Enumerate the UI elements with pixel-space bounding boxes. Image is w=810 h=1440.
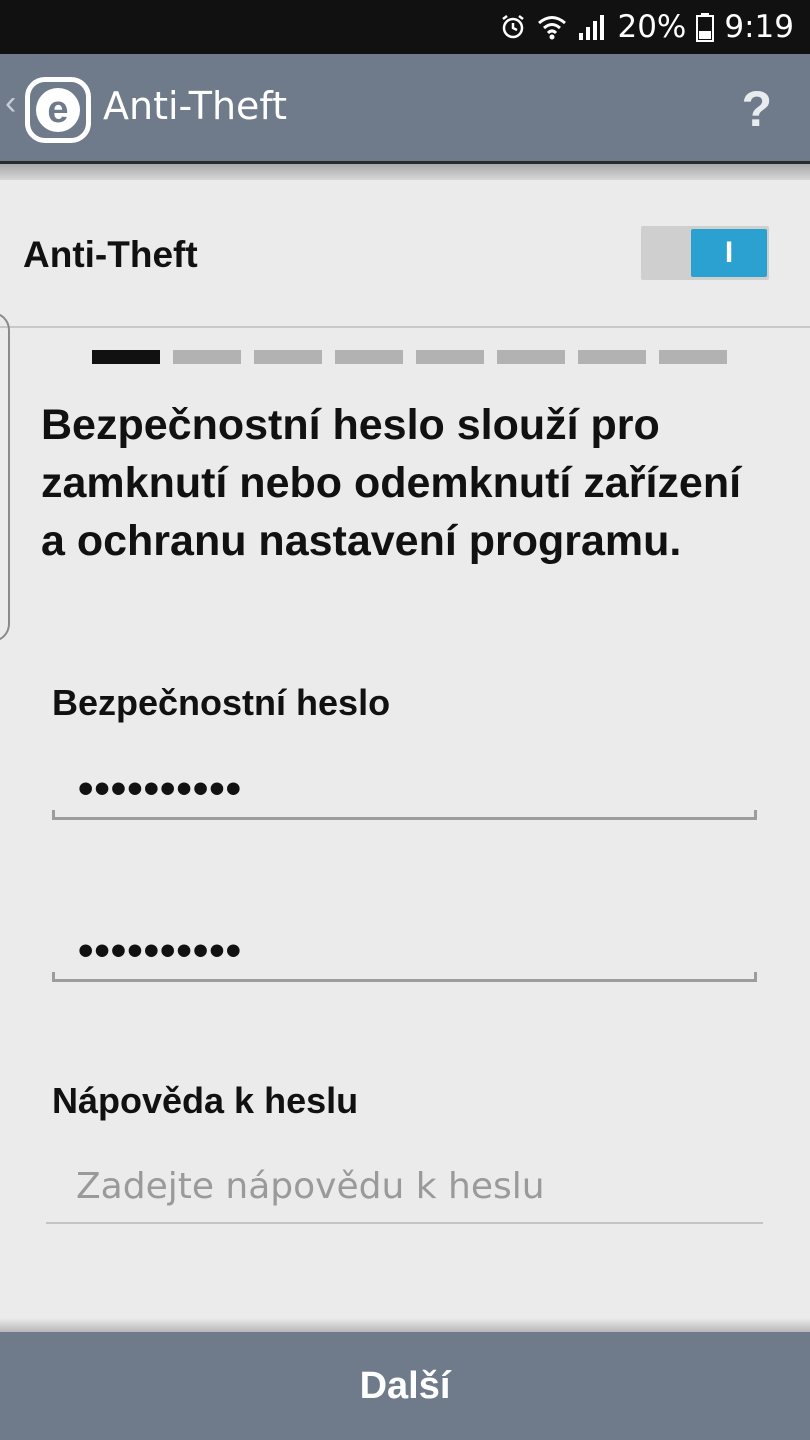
hint-label: Nápověda k heslu xyxy=(52,1080,359,1121)
battery-percent: 20% xyxy=(617,9,687,45)
wifi-icon xyxy=(537,12,567,42)
step-7 xyxy=(578,350,646,364)
step-6 xyxy=(497,350,565,364)
switch-knob: I xyxy=(691,229,767,277)
toggle-label: Anti-Theft xyxy=(23,234,198,275)
anti-theft-toggle-row: Anti-Theft I xyxy=(0,180,810,326)
password-label: Bezpečnostní heslo xyxy=(52,682,391,723)
clock: 9:19 xyxy=(724,9,794,45)
side-drawer-handle[interactable] xyxy=(0,312,10,642)
hint-field xyxy=(46,1150,763,1224)
help-icon[interactable]: ? xyxy=(741,80,772,138)
password-confirm-field[interactable]: •••••••••• xyxy=(52,920,757,982)
back-chevron-icon[interactable]: ‹ xyxy=(5,84,16,123)
step-2 xyxy=(173,350,241,364)
step-4 xyxy=(335,350,403,364)
step-1 xyxy=(92,350,160,364)
hint-underline xyxy=(46,1222,763,1224)
page-headline: Bezpečnostní heslo slouží pro zamknutí n… xyxy=(41,401,742,565)
eset-logo-icon[interactable]: e xyxy=(25,77,91,143)
action-bar: ‹ e Anti-Theft ? xyxy=(0,54,810,164)
password-field[interactable]: •••••••••• xyxy=(52,758,757,820)
step-8 xyxy=(659,350,727,364)
password-confirm-underline xyxy=(52,972,757,982)
divider xyxy=(0,326,810,328)
app-title: Anti-Theft xyxy=(103,84,288,128)
password-underline xyxy=(52,810,757,820)
signal-icon xyxy=(577,13,607,41)
step-3 xyxy=(254,350,322,364)
hint-input[interactable] xyxy=(46,1150,763,1222)
anti-theft-switch[interactable]: I xyxy=(641,226,769,280)
step-5 xyxy=(416,350,484,364)
status-bar: 20% 9:19 xyxy=(0,0,810,54)
logo-letter: e xyxy=(36,88,80,132)
alarm-icon xyxy=(499,13,527,41)
password-value: •••••••••• xyxy=(78,764,243,813)
header-shadow xyxy=(0,164,810,180)
next-button[interactable]: Další xyxy=(0,1332,810,1440)
battery-icon xyxy=(696,12,715,42)
step-indicator xyxy=(92,350,727,364)
status-icons: 20% 9:19 xyxy=(499,0,794,54)
password-confirm-value: •••••••••• xyxy=(78,926,243,975)
